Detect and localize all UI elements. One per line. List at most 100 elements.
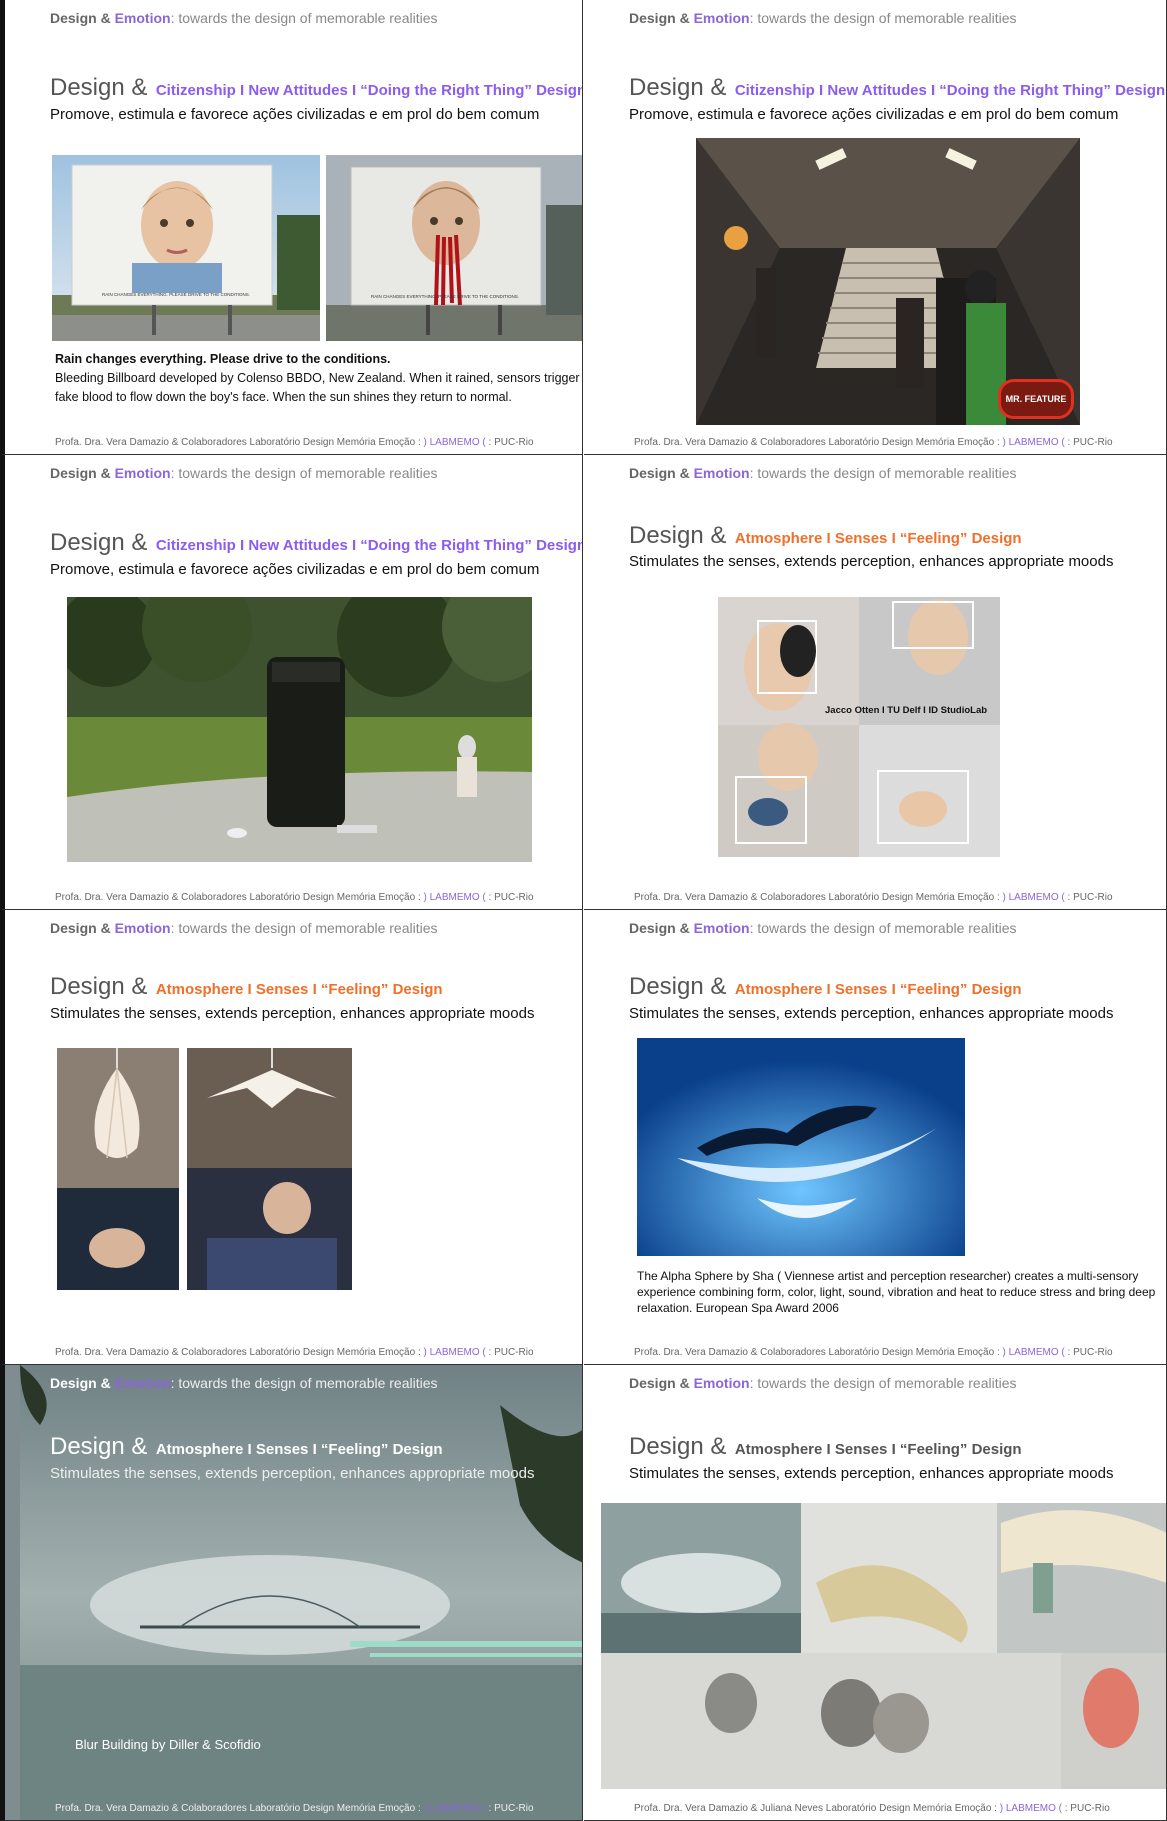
staircase-video-still: MR. FEATURE: [696, 138, 1080, 425]
slide-subtitle: Promove, estimula e favorece ações civil…: [50, 561, 540, 578]
header-design: Design: [50, 920, 97, 936]
footer-lab: ) LABMEMO (: [423, 1347, 486, 1358]
slide-footer: Profa. Dra. Vera Damazio & Colaboradores…: [55, 892, 534, 903]
slide-header: Design & Emotion: towards the design of …: [629, 10, 1017, 26]
title-design: Design &: [50, 529, 148, 556]
slide-title: Design & Atmosphere I Senses I “Feeling”…: [50, 973, 443, 1001]
slide-1[interactable]: Design & Emotion: towards the design of …: [0, 0, 583, 455]
footer-suffix: : PUC-Rio: [485, 892, 534, 903]
header-design: Design: [629, 10, 676, 26]
title-design: Design &: [50, 74, 148, 101]
footer-lab: ) LABMEMO (: [1002, 437, 1065, 448]
slide-5[interactable]: Design & Emotion: towards the design of …: [0, 910, 583, 1365]
slide-header: Design & Emotion: towards the design of …: [629, 920, 1017, 936]
footer-lab: ) LABMEMO (: [1002, 892, 1065, 903]
header-amp: &: [679, 1375, 690, 1391]
header-amp: &: [679, 465, 690, 481]
header-design: Design: [50, 465, 97, 481]
slide-footer: Profa. Dra. Vera Damazio & Colaboradores…: [55, 1803, 534, 1814]
title-topic: Atmosphere I Senses I “Feeling” Design: [155, 981, 443, 998]
header-rest: : towards the design of memorable realit…: [749, 1375, 1017, 1391]
footer-lab: ) LABMEMO (: [423, 892, 486, 903]
header-design: Design: [629, 465, 676, 481]
slide-header: Design & Emotion: towards the design of …: [50, 1375, 438, 1391]
header-amp: &: [100, 10, 111, 26]
header-rest: : towards the design of memorable realit…: [749, 465, 1017, 481]
slide-header: Design & Emotion: towards the design of …: [629, 1375, 1017, 1391]
header-amp: &: [679, 920, 690, 936]
billboard-photo-clean: RAIN CHANGES EVERYTHING. PLEASE DRIVE TO…: [52, 155, 320, 341]
header-design: Design: [50, 1375, 97, 1391]
header-emotion: Emotion: [693, 465, 750, 481]
slide-title: Design & Citizenship I New Attitudes I “…: [629, 74, 1165, 102]
title-design: Design &: [629, 74, 727, 101]
caption-body: Bleeding Billboard developed by Colenso …: [55, 371, 580, 404]
header-design: Design: [629, 920, 676, 936]
slide-6[interactable]: Design & Emotion: towards the design of …: [584, 910, 1167, 1365]
slide-grid: Design & Emotion: towards the design of …: [0, 0, 1167, 1821]
footer-credit: Profa. Dra. Vera Damazio & Colaboradores…: [634, 437, 1003, 448]
footer-credit: Profa. Dra. Vera Damazio & Colaboradores…: [55, 437, 424, 448]
header-design: Design: [629, 1375, 676, 1391]
header-amp: &: [679, 10, 690, 26]
caption-headline: Rain changes everything. Please drive to…: [55, 352, 391, 366]
footer-suffix: : PUC-Rio: [1064, 1347, 1113, 1358]
slide-footer: Profa. Dra. Vera Damazio & Colaboradores…: [55, 437, 534, 448]
slide-4[interactable]: Design & Emotion: towards the design of …: [584, 455, 1167, 910]
slide-footer: Profa. Dra. Vera Damazio & Colaboradores…: [634, 1347, 1113, 1358]
title-design: Design &: [50, 1433, 148, 1460]
footer-lab: ) LABMEMO (: [423, 1803, 486, 1814]
slide-2[interactable]: Design & Emotion: towards the design of …: [584, 0, 1167, 455]
slide-3[interactable]: Design & Emotion: towards the design of …: [0, 455, 583, 910]
footer-suffix: : PUC-Rio: [1064, 437, 1113, 448]
photo-credit-label: Jacco Otten I TU Delf I ID StudioLab: [825, 705, 988, 716]
footer-credit: Profa. Dra. Vera Damazio & Colaboradores…: [634, 892, 1003, 903]
header-rest: : towards the design of memorable realit…: [170, 465, 438, 481]
title-topic: Atmosphere I Senses I “Feeling” Design: [734, 1441, 1022, 1458]
slide-title: Design & Atmosphere I Senses I “Feeling”…: [50, 1433, 443, 1461]
header-rest: : towards the design of memorable realit…: [170, 1375, 438, 1391]
slide-subtitle: Stimulates the senses, extends perceptio…: [629, 553, 1114, 570]
slide-caption: Blur Building by Diller & Scofidio: [75, 1737, 261, 1752]
header-emotion: Emotion: [693, 920, 750, 936]
header-emotion: Emotion: [114, 920, 171, 936]
park-trash-bin-photo: [67, 597, 532, 862]
slide-footer: Profa. Dra. Vera Damazio & Colaboradores…: [634, 437, 1113, 448]
sensory-collage-photo: Jacco Otten I TU Delf I ID StudioLab: [718, 597, 1000, 857]
footer-credit: Profa. Dra. Vera Damazio & Colaboradores…: [55, 892, 424, 903]
header-emotion: Emotion: [693, 10, 750, 26]
footer-credit: Profa. Dra. Vera Damazio & Juliana Neves…: [634, 1803, 1000, 1814]
slide-footer: Profa. Dra. Vera Damazio & Colaboradores…: [634, 892, 1113, 903]
title-design: Design &: [629, 1433, 727, 1460]
slide-subtitle: Stimulates the senses, extends perceptio…: [629, 1465, 1114, 1482]
title-topic: Citizenship I New Attitudes I “Doing the…: [734, 82, 1166, 99]
header-emotion: Emotion: [114, 10, 171, 26]
title-topic: Citizenship I New Attitudes I “Doing the…: [155, 82, 583, 99]
header-rest: : towards the design of memorable realit…: [170, 920, 438, 936]
slide-subtitle: Promove, estimula e favorece ações civil…: [50, 106, 540, 123]
lamp-closed-photo: [57, 1048, 179, 1290]
slide-subtitle: Stimulates the senses, extends perceptio…: [629, 1005, 1114, 1022]
slide-8[interactable]: Design & Emotion: towards the design of …: [584, 1365, 1167, 1821]
slide-footer: Profa. Dra. Vera Damazio & Colaboradores…: [55, 1347, 534, 1358]
footer-suffix: : PUC-Rio: [485, 437, 534, 448]
header-design: Design: [50, 10, 97, 26]
slide-footer: Profa. Dra. Vera Damazio & Juliana Neves…: [634, 1803, 1110, 1814]
footer-suffix: : PUC-Rio: [485, 1803, 534, 1814]
slide-title: Design & Atmosphere I Senses I “Feeling”…: [629, 1433, 1022, 1461]
footer-suffix: : PUC-Rio: [485, 1347, 534, 1358]
slide-header: Design & Emotion: towards the design of …: [50, 10, 438, 26]
slide-7[interactable]: Design & Emotion: towards the design of …: [0, 1365, 583, 1821]
header-emotion: Emotion: [114, 465, 171, 481]
header-rest: : towards the design of memorable realit…: [749, 920, 1017, 936]
header-rest: : towards the design of memorable realit…: [170, 10, 438, 26]
mr-feature-badge: MR. FEATURE: [998, 379, 1074, 419]
billboard-photo-bleeding: RAIN CHANGES EVERYTHING. PLEASE DRIVE TO…: [326, 155, 582, 341]
footer-credit: Profa. Dra. Vera Damazio & Colaboradores…: [55, 1803, 424, 1814]
slide-header: Design & Emotion: towards the design of …: [50, 465, 438, 481]
slide-header: Design & Emotion: towards the design of …: [629, 465, 1017, 481]
footer-credit: Profa. Dra. Vera Damazio & Colaboradores…: [634, 1347, 1003, 1358]
alpha-sphere-photo: [637, 1038, 965, 1256]
slide-subtitle: Stimulates the senses, extends perceptio…: [50, 1465, 535, 1482]
slide-title: Design & Atmosphere I Senses I “Feeling”…: [629, 522, 1022, 550]
